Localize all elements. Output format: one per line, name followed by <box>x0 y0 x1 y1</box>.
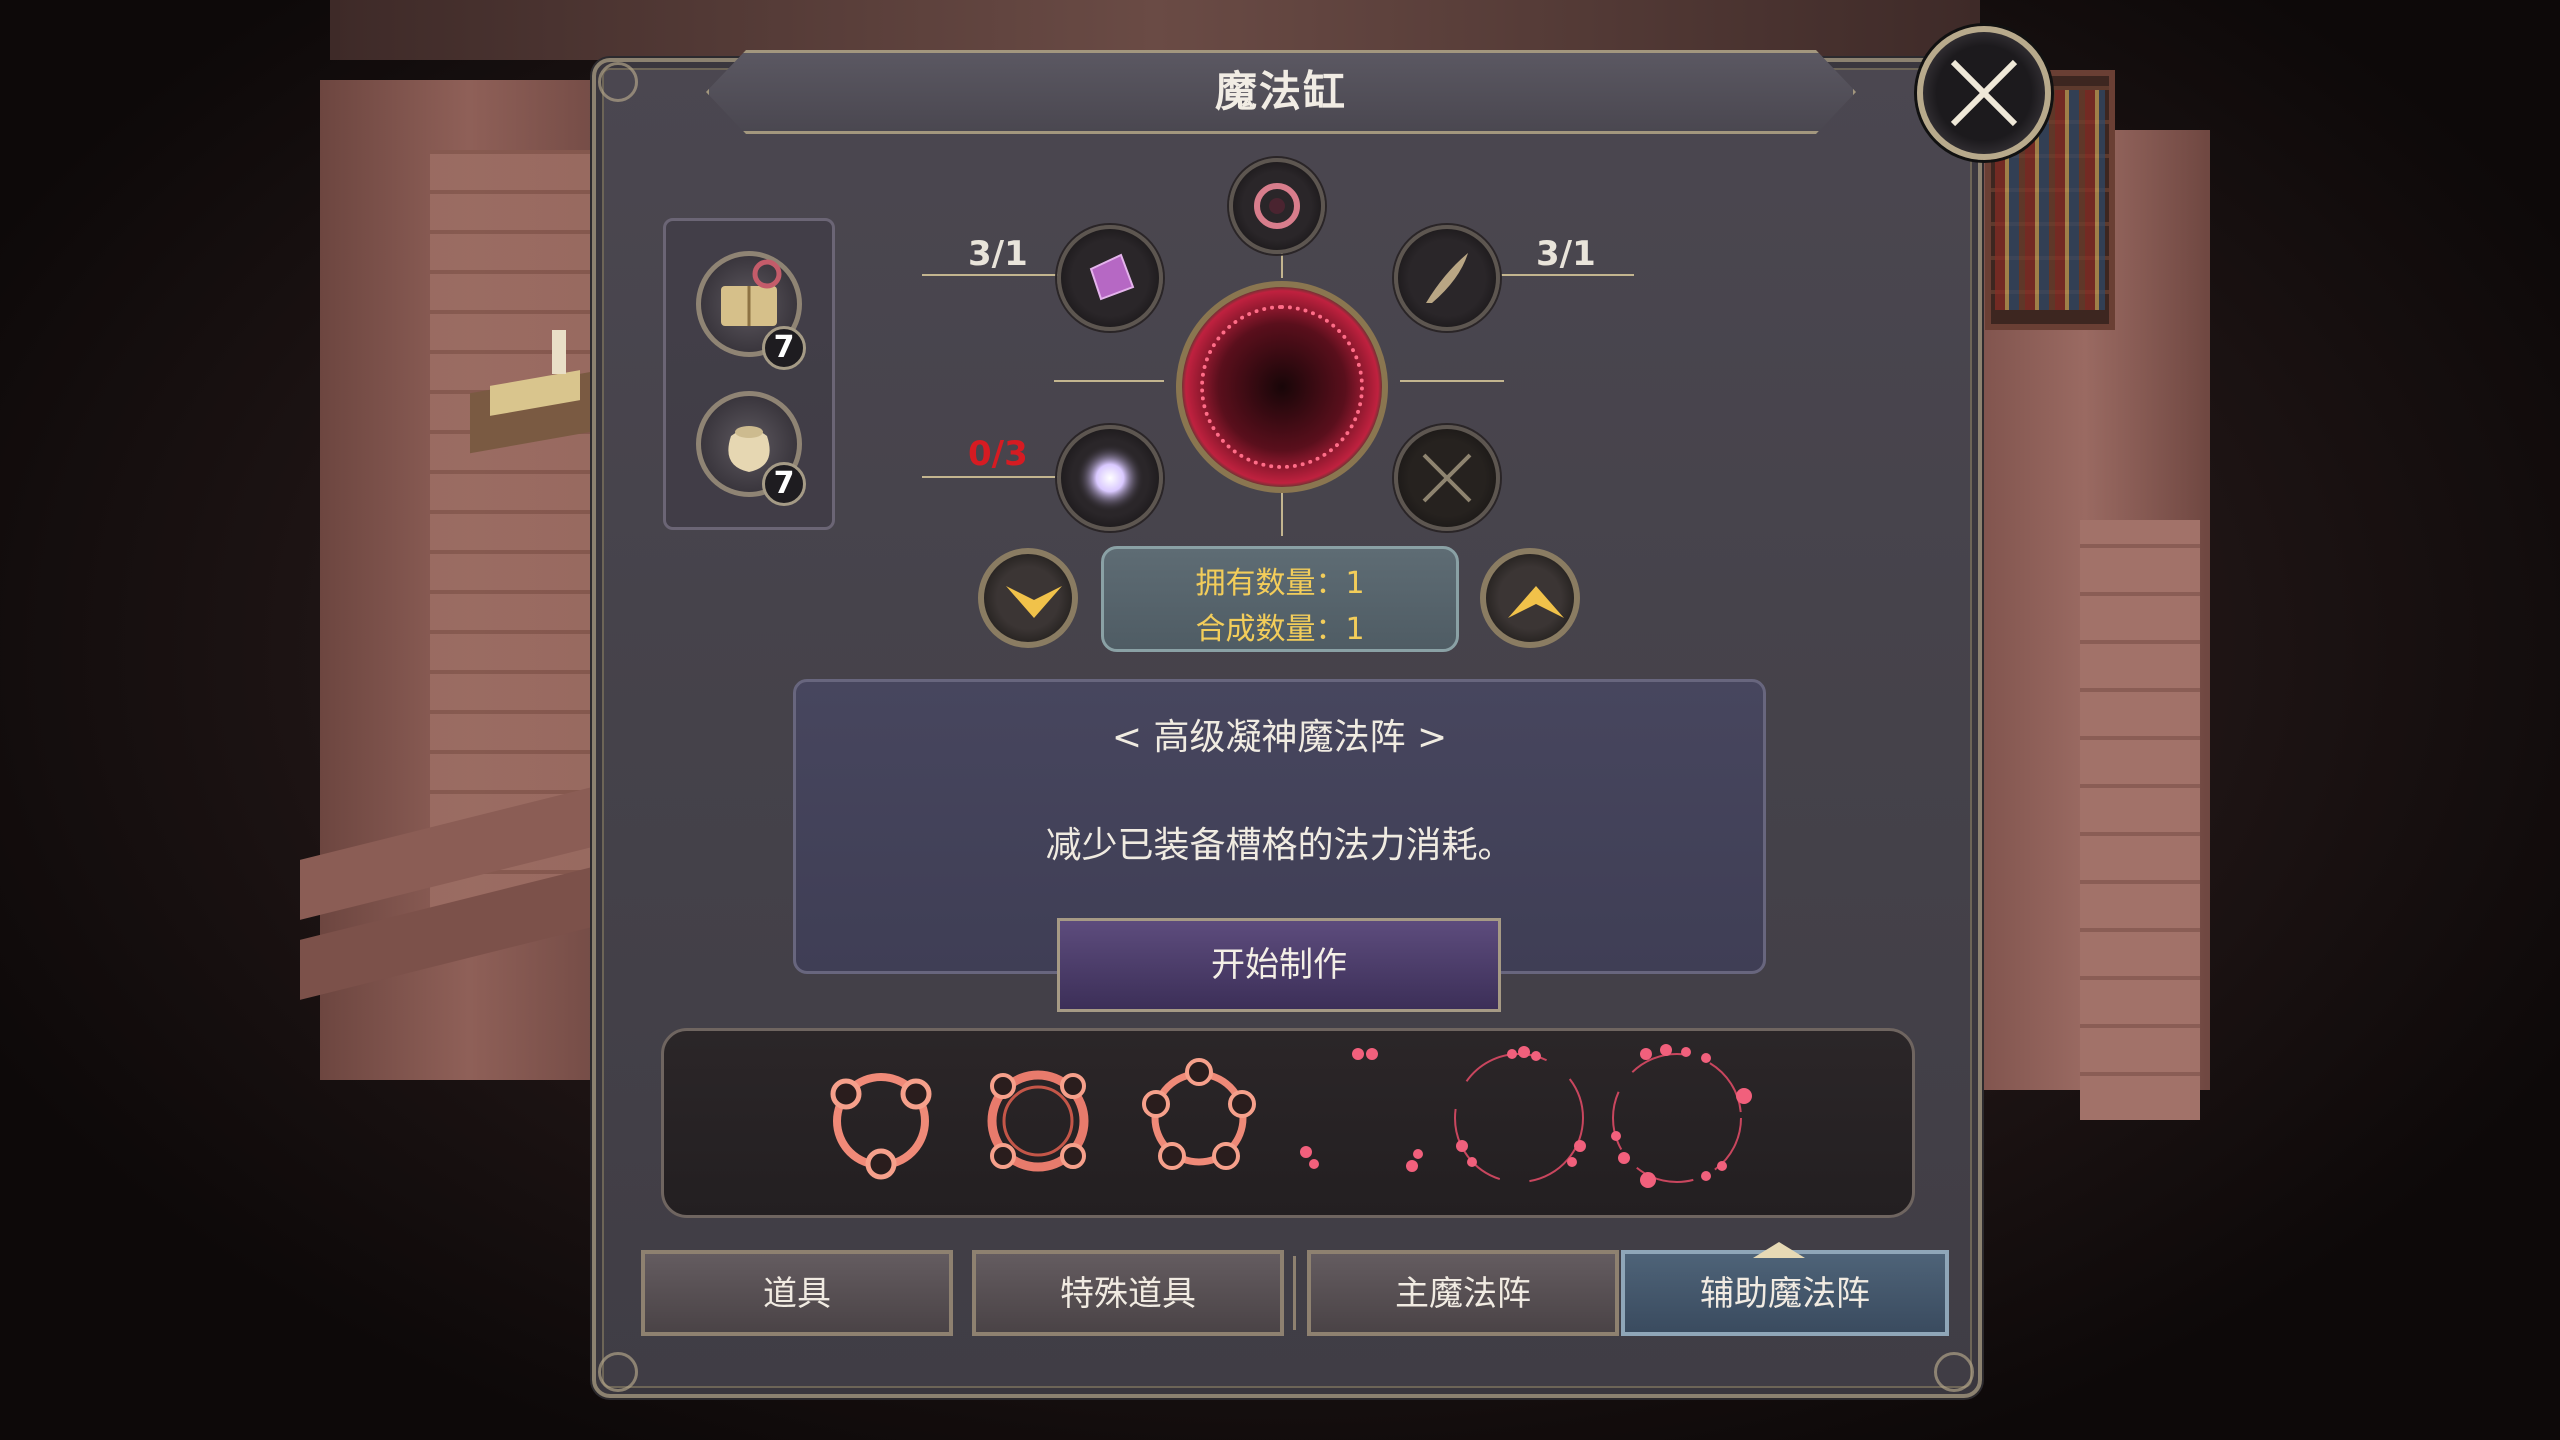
four-node-circle-icon <box>987 1070 1089 1172</box>
connector-line <box>922 476 1062 478</box>
slot-top-right[interactable] <box>1394 225 1500 331</box>
scattered-dots-icon <box>1300 1048 1423 1172</box>
connector-line <box>1400 380 1504 382</box>
dotted-ring-large-icon <box>1611 1044 1752 1188</box>
tab-special-items[interactable]: 特殊道具 <box>972 1250 1284 1336</box>
rune-emblem-icon <box>1254 183 1300 229</box>
slot-count-top-right: 3/1 <box>1536 234 1596 274</box>
light-orb-icon <box>1076 444 1144 512</box>
quill-icon <box>1426 253 1468 303</box>
material-count-badge: 7 <box>762 326 806 370</box>
increase-button[interactable] <box>1480 548 1580 648</box>
item-name: < 高级凝神魔法阵 > <box>1111 717 1448 758</box>
slot-count-top-left: 3/1 <box>968 234 1028 274</box>
tab-sub-circle[interactable]: 辅助魔法阵 <box>1621 1250 1949 1336</box>
active-tab-marker <box>1753 1242 1805 1258</box>
magic-circle-option[interactable] <box>816 1056 946 1186</box>
magic-circle-option[interactable] <box>1444 1040 1594 1190</box>
decrease-button[interactable] <box>978 548 1078 648</box>
magic-circle-option[interactable] <box>973 1056 1103 1186</box>
right-wall-bricks <box>2080 520 2200 1120</box>
locked-cross-icon <box>1422 453 1472 503</box>
slot-bottom-right <box>1394 425 1500 531</box>
start-craft-button[interactable]: 开始制作 <box>1057 918 1501 1012</box>
page-title: 魔法缸 <box>1214 67 1347 116</box>
slot-top-left[interactable] <box>1057 225 1163 331</box>
owned-quantity: 拥有数量：1 <box>1195 566 1365 601</box>
tab-items[interactable]: 道具 <box>641 1250 953 1336</box>
craft-quantity: 合成数量：1 <box>1195 612 1365 647</box>
connector-line <box>1500 274 1634 276</box>
dotted-ring-icon <box>1454 1046 1586 1183</box>
slot-bottom-left[interactable] <box>1057 425 1163 531</box>
five-node-circle-icon <box>1142 1058 1256 1170</box>
candle <box>552 330 566 374</box>
material-count-badge: 7 <box>762 462 806 506</box>
slot-count-bottom-left: 0/3 <box>968 434 1028 474</box>
chevron-up-icon <box>1508 586 1564 618</box>
magic-core-ring <box>1200 305 1364 469</box>
corner-ornament <box>598 1352 638 1392</box>
connector-line <box>1281 490 1283 536</box>
corner-ornament <box>598 62 638 102</box>
connector-line <box>922 274 1062 276</box>
tab-main-circle[interactable]: 主魔法阵 <box>1307 1250 1619 1336</box>
item-effect: 减少已装备槽格的法力消耗。 <box>1045 825 1514 866</box>
three-node-circle-icon <box>830 1073 932 1180</box>
close-button[interactable] <box>1917 26 2051 160</box>
crystal-icon <box>1089 253 1135 301</box>
slot-top-center[interactable] <box>1229 158 1325 254</box>
magic-circle-option[interactable] <box>1134 1050 1264 1180</box>
magic-circle-option[interactable] <box>1602 1040 1752 1190</box>
magic-circle-option[interactable] <box>1288 1040 1438 1190</box>
chevron-down-icon <box>1006 586 1062 618</box>
corner-ornament <box>1934 1352 1974 1392</box>
close-icon <box>1950 59 2018 127</box>
connector-line <box>1054 380 1164 382</box>
tab-divider <box>1293 1256 1296 1330</box>
